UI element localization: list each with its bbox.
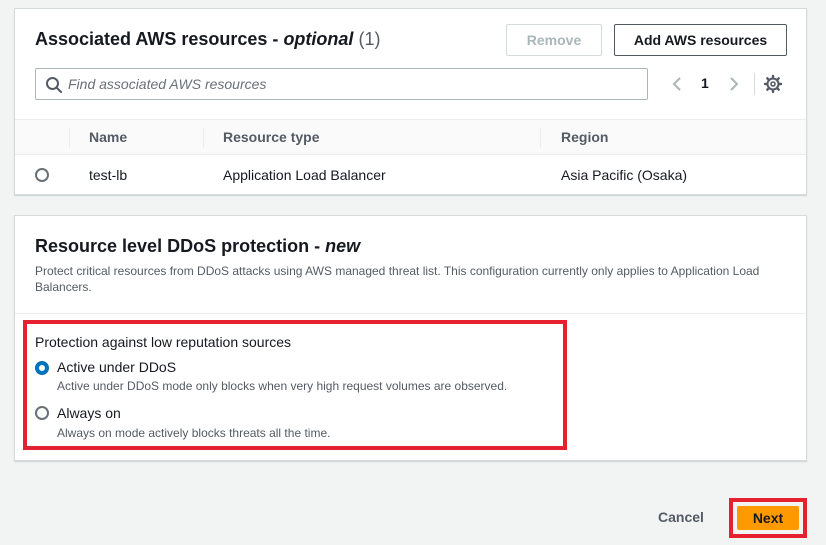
column-header-resource-type[interactable]: Resource type (223, 129, 319, 145)
column-header-region[interactable]: Region (561, 129, 608, 145)
search-box[interactable] (35, 68, 648, 100)
remove-button[interactable]: Remove (506, 24, 602, 56)
cell-name: test-lb (89, 167, 128, 183)
column-header-name[interactable]: Name (89, 129, 127, 145)
add-aws-resources-button[interactable]: Add AWS resources (614, 24, 787, 56)
chevron-left-icon[interactable] (670, 75, 684, 93)
associated-resources-title: Associated AWS resources - optional (1) (35, 29, 380, 50)
row-select-radio[interactable] (35, 168, 49, 182)
table-row[interactable]: test-lb Application Load Balancer Asia P… (15, 156, 806, 194)
ddos-title: Resource level DDoS protection - new (35, 236, 360, 257)
radio-always-on[interactable] (35, 406, 49, 420)
radio-active-under-ddos[interactable] (35, 361, 49, 375)
page-number[interactable]: 1 (701, 75, 709, 91)
column-divider (203, 128, 204, 148)
search-input[interactable] (68, 74, 638, 94)
option-label-always-on[interactable]: Always on (57, 405, 121, 421)
ddos-protection-panel: Resource level DDoS protection - new Pro… (14, 215, 807, 461)
cancel-button[interactable]: Cancel (658, 509, 704, 525)
column-divider (540, 128, 541, 148)
protection-legend: Protection against low reputation source… (35, 334, 292, 350)
associated-title-text: Associated AWS resources - (35, 29, 284, 49)
cell-region: Asia Pacific (Osaka) (561, 167, 688, 183)
resource-count: (1) (358, 29, 381, 49)
next-highlight: Next (729, 498, 807, 538)
ddos-description: Protect critical resources from DDoS att… (35, 264, 760, 294)
search-icon (46, 77, 62, 93)
chevron-right-icon[interactable] (727, 75, 741, 93)
ddos-title-emphasis: new (325, 236, 361, 256)
cell-resource-type: Application Load Balancer (223, 167, 386, 183)
table-header: Name Resource type Region (15, 119, 806, 155)
ddos-title-text: Resource level DDoS protection - (35, 236, 326, 256)
option-desc-always-on: Always on mode actively blocks threats a… (57, 426, 331, 440)
gear-icon[interactable] (763, 73, 783, 95)
next-button[interactable]: Next (737, 506, 799, 530)
column-divider (69, 128, 70, 148)
associated-title-emphasis: optional (283, 29, 354, 49)
option-desc-active-under-ddos: Active under DDoS mode only blocks when … (57, 379, 508, 393)
option-label-active-under-ddos[interactable]: Active under DDoS (57, 359, 176, 375)
divider (15, 313, 806, 314)
associated-resources-panel: Associated AWS resources - optional (1) … (14, 8, 807, 195)
pagination-divider (754, 73, 755, 95)
